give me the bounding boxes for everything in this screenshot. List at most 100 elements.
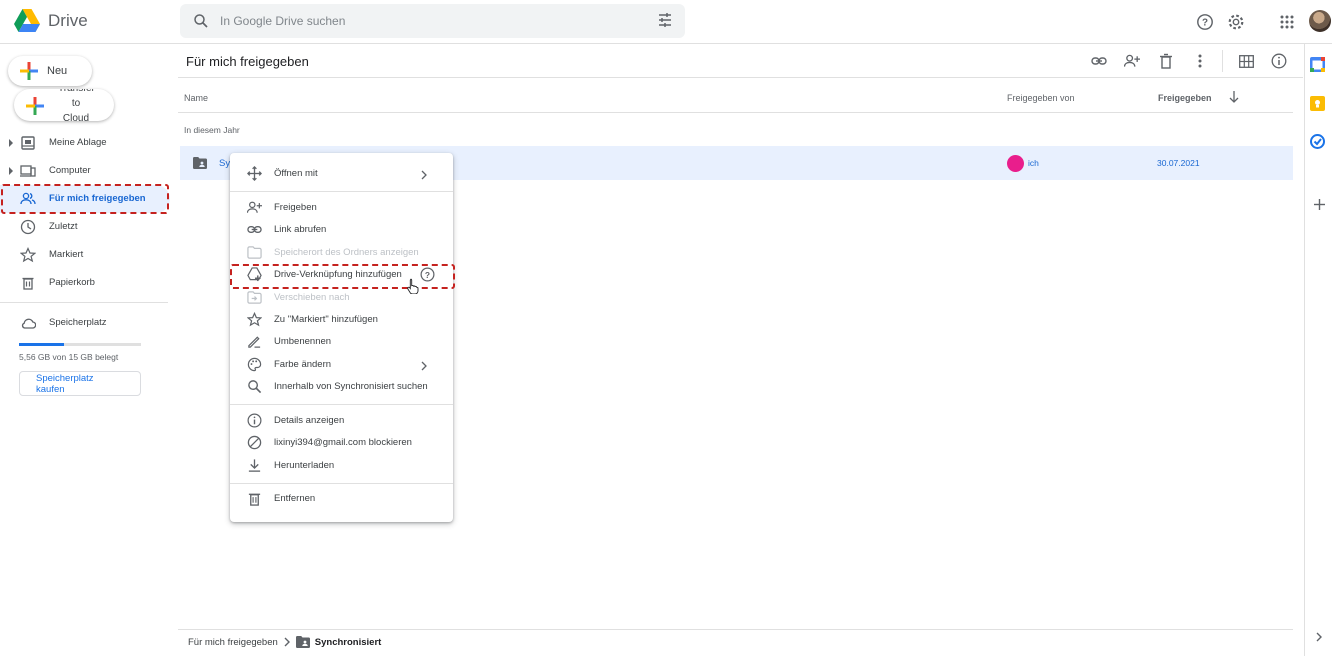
side-panel <box>1304 44 1332 656</box>
menu-item-label: Zu "Markiert" hinzufügen <box>274 314 378 325</box>
download-icon <box>248 459 261 472</box>
expand-arrow-icon[interactable] <box>9 167 13 175</box>
new-button[interactable]: Neu <box>8 56 92 86</box>
shared-by-value: ich <box>1028 158 1039 168</box>
sidebar-item-storage[interactable]: Speicherplatz <box>0 309 170 337</box>
chevron-right-icon <box>421 170 427 180</box>
svg-text:?: ? <box>1202 18 1208 29</box>
column-header-name[interactable]: Name <box>184 93 208 103</box>
tasks-icon[interactable] <box>1310 134 1325 149</box>
menu-item-remove[interactable]: Entfernen <box>230 488 453 510</box>
apps-grid-icon[interactable] <box>1277 12 1297 32</box>
menu-item-details[interactable]: Details anzeigen <box>230 410 453 432</box>
search-icon[interactable] <box>192 12 210 30</box>
menu-item-label: Öffnen mit <box>274 168 318 179</box>
info-icon[interactable] <box>1271 53 1287 69</box>
column-header-shared-date[interactable]: Freigegeben <box>1158 93 1212 103</box>
sidebar-item-label: Markiert <box>49 249 84 260</box>
left-sidebar: Neu Transfer to Cloud Meine Ablage Compu… <box>0 44 170 656</box>
sharer-avatar <box>1007 155 1024 172</box>
breadcrumb-root[interactable]: Für mich freigegeben <box>188 637 278 648</box>
menu-item-label: Innerhalb von Synchronisiert suchen <box>274 381 428 392</box>
chevron-right-icon[interactable] <box>1315 632 1323 642</box>
app-name: Drive <box>48 10 88 30</box>
sidebar-item-computer[interactable]: Computer <box>0 157 170 185</box>
menu-item-share[interactable]: Freigeben <box>230 197 453 219</box>
menu-item-label: lixinyi394@gmail.com blockieren <box>274 437 412 448</box>
sidebar-item-trash[interactable]: Papierkorb <box>0 269 170 297</box>
context-menu: Öffnen mit Freigeben Link abrufen Speich… <box>230 153 453 522</box>
group-label: In diesem Jahr <box>184 125 240 135</box>
trash-icon[interactable] <box>1158 53 1174 69</box>
expand-arrow-icon[interactable] <box>9 139 13 147</box>
menu-divider <box>230 191 453 192</box>
storage-progress-bar <box>19 343 141 346</box>
sidebar-item-my-drive[interactable]: Meine Ablage <box>0 129 170 157</box>
breadcrumb-current[interactable]: Synchronisiert <box>315 637 382 648</box>
sort-arrow-down-icon[interactable] <box>1229 91 1239 103</box>
drive-logo[interactable]: Drive <box>14 9 88 32</box>
plus-icon <box>26 97 44 115</box>
hand-cursor-icon <box>407 278 419 294</box>
chevron-right-icon <box>421 361 427 371</box>
sidebar-item-label: Zuletzt <box>49 221 78 232</box>
breadcrumb: Für mich freigegeben Synchronisiert <box>188 636 381 648</box>
menu-item-block[interactable]: lixinyi394@gmail.com blockieren <box>230 432 453 454</box>
menu-item-rename[interactable]: Umbenennen <box>230 331 453 353</box>
help-icon[interactable]: ? <box>1195 12 1215 32</box>
sidebar-item-label: Papierkorb <box>49 277 95 288</box>
get-link-icon[interactable] <box>1091 53 1107 69</box>
sidebar-item-recent[interactable]: Zuletzt <box>0 213 170 241</box>
block-icon <box>247 435 262 450</box>
menu-item-add-starred[interactable]: Zu "Markiert" hinzufügen <box>230 309 453 331</box>
menu-divider <box>230 483 453 484</box>
column-header-shared-by[interactable]: Freigegeben von <box>1007 93 1075 103</box>
menu-item-open-with[interactable]: Öffnen mit <box>230 163 453 185</box>
menu-item-change-color[interactable]: Farbe ändern <box>230 354 453 376</box>
menu-item-label: Farbe ändern <box>274 359 332 370</box>
new-button-label: Neu <box>47 65 68 77</box>
menu-item-move-to: Verschieben nach <box>230 287 453 309</box>
top-header: Drive ? <box>0 0 1332 44</box>
menu-item-show-location: Speicherort des Ordners anzeigen <box>230 242 453 264</box>
menu-divider <box>230 404 453 405</box>
grid-view-icon[interactable] <box>1238 53 1254 69</box>
user-avatar[interactable] <box>1309 10 1331 32</box>
cloud-icon <box>21 318 36 329</box>
add-person-icon[interactable] <box>1124 53 1140 69</box>
chevron-right-icon <box>284 637 290 647</box>
shared-date-value: 30.07.2021 <box>1157 158 1200 168</box>
column-header-row: Name Freigegeben von Freigegeben <box>178 78 1293 113</box>
menu-item-label: Details anzeigen <box>274 415 345 426</box>
menu-item-label: Speicherort des Ordners anzeigen <box>274 247 419 258</box>
shared-folder-icon <box>193 157 207 169</box>
main-toolbar: Für mich freigegeben <box>178 44 1303 78</box>
sidebar-item-starred[interactable]: Markiert <box>0 241 170 269</box>
sidebar-divider <box>0 302 168 303</box>
computer-icon <box>20 165 36 177</box>
transfer-button-label: Transfer to Cloud <box>58 89 95 121</box>
add-person-icon <box>247 201 262 213</box>
buy-storage-button[interactable]: Speicherplatz kaufen <box>19 371 141 396</box>
menu-item-label: Umbenennen <box>274 336 332 347</box>
menu-item-label: Verschieben nach <box>274 292 350 303</box>
search-options-icon[interactable] <box>657 12 673 28</box>
storage-label: Speicherplatz <box>49 317 107 328</box>
search-bar[interactable] <box>180 4 685 38</box>
toolbar-divider <box>1222 50 1223 72</box>
menu-item-search-within[interactable]: Innerhalb von Synchronisiert suchen <box>230 376 453 398</box>
menu-item-download[interactable]: Herunterladen <box>230 455 453 477</box>
keep-icon[interactable] <box>1310 96 1325 111</box>
clock-icon <box>20 219 36 235</box>
search-input[interactable] <box>220 14 640 28</box>
calendar-icon[interactable] <box>1310 57 1325 72</box>
add-addon-icon[interactable] <box>1314 199 1325 210</box>
more-vert-icon[interactable] <box>1192 53 1208 69</box>
settings-gear-icon[interactable] <box>1226 12 1246 32</box>
move-folder-icon <box>247 291 262 304</box>
menu-item-get-link[interactable]: Link abrufen <box>230 219 453 241</box>
palette-icon <box>247 357 262 372</box>
menu-item-label: Link abrufen <box>274 224 327 235</box>
transfer-to-cloud-button[interactable]: Transfer to Cloud <box>14 89 114 121</box>
file-name: Sy <box>219 158 231 169</box>
